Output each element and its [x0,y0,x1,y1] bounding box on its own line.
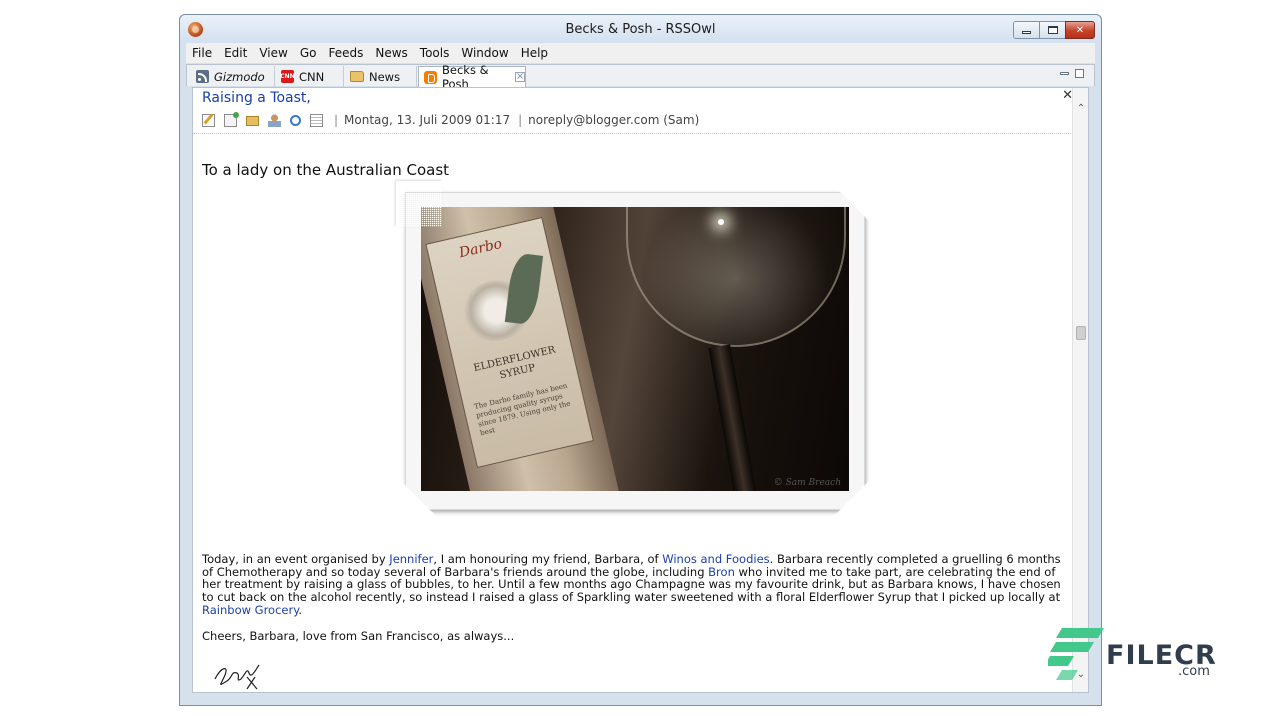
tab-cnn[interactable]: CNN CNN [276,66,344,87]
folder-icon [350,71,364,82]
window-controls: ✕ [1013,21,1095,39]
closing-line: Cheers, Barbara, love from San Francisco… [202,629,515,643]
article-view: Raising a Toast, ✕ | Montag, 13. Juli 20… [192,87,1089,693]
article-image-frame: Darbo ELDERFLOWER SYRUP The Darbo family… [396,181,874,521]
window-title: Becks & Posh - RSSOwl [565,22,716,37]
menu-go[interactable]: Go [294,43,323,63]
tab-becks-posh[interactable]: Becks & Posh × [418,63,526,91]
minimize-button[interactable] [1013,21,1040,39]
bottle-brand: Darbo [457,235,504,262]
menu-help[interactable]: Help [515,43,554,63]
photo-corner [396,475,442,521]
label-icon[interactable] [224,111,239,127]
tab-label: Gizmodo [214,69,265,84]
photo-corner [396,181,442,227]
menu-tools[interactable]: Tools [414,43,456,63]
close-icon: ✕ [1075,24,1085,36]
scroll-up-icon[interactable]: ⌃ [1073,100,1088,116]
close-window-button[interactable]: ✕ [1065,21,1095,39]
article-body: Today, in an event organised by Jennifer… [202,553,1070,617]
blogger-icon [424,70,437,84]
tab-news[interactable]: News [345,66,417,87]
filecr-suffix: .com [1178,664,1210,679]
share-icon[interactable] [290,114,301,126]
bottle-description: The Darbo family has been producing qual… [473,381,572,438]
tab-bar: Gizmodo CNN CNN News Becks & Posh × [186,63,1095,91]
tab-label: News [369,69,401,84]
vertical-scrollbar[interactable]: ⌃ ⌄ [1072,88,1088,692]
leaf-illustration [504,252,544,326]
glass-stem [708,344,760,491]
rss-feed-icon [196,70,209,83]
link-rainbow-grocery[interactable]: Rainbow Grocery [202,603,298,617]
photo-corner [828,181,874,227]
article-actions: | Montag, 13. Juli 2009 01:17 | noreply@… [202,111,699,128]
document-icon[interactable] [310,113,323,127]
syrup-bottle: Darbo ELDERFLOWER SYRUP The Darbo family… [421,207,623,491]
menu-news[interactable]: News [369,43,413,63]
title-bar[interactable]: Becks & Posh - RSSOwl ✕ [180,15,1101,43]
user-icon[interactable] [268,113,281,127]
edit-icon[interactable] [202,113,215,127]
scrollbar-thumb[interactable] [1076,326,1086,340]
tab-gizmodo[interactable]: Gizmodo [191,66,275,87]
menu-view[interactable]: View [253,43,293,63]
menu-file[interactable]: File [186,43,218,63]
minimize-view-icon[interactable] [1060,72,1069,75]
body-text-5: . [298,602,303,617]
article-subtitle: To a lady on the Australian Coast [202,161,450,179]
menu-bar: File Edit View Go Feeds News Tools Windo… [186,43,1095,63]
maximize-icon [1047,26,1058,34]
maximize-view-icon[interactable] [1075,69,1084,78]
photo-corner [828,475,874,521]
article-image: Darbo ELDERFLOWER SYRUP The Darbo family… [421,207,849,491]
bottle-label: Darbo ELDERFLOWER SYRUP The Darbo family… [425,216,594,469]
menu-feeds[interactable]: Feeds [322,43,369,63]
menu-edit[interactable]: Edit [218,43,253,63]
separator: | [518,113,523,127]
article-author[interactable]: noreply@blogger.com (Sam) [528,113,699,127]
minimize-icon [1022,31,1031,34]
move-to-folder-icon[interactable] [246,116,259,126]
menu-window[interactable]: Window [455,43,514,63]
view-controls [1060,69,1084,78]
filecr-watermark: FILECR .com [1048,628,1218,684]
app-window: Becks & Posh - RSSOwl ✕ File Edit View G… [179,14,1102,706]
bottle-product: ELDERFLOWER SYRUP [472,344,557,382]
article-title[interactable]: Raising a Toast, [202,90,311,106]
tab-label: CNN [299,69,325,84]
wine-glass [626,207,846,347]
author-signature [214,664,260,690]
cnn-icon: CNN [280,70,295,83]
article-header: Raising a Toast, ✕ | Montag, 13. Juli 20… [193,88,1073,134]
separator: | [334,113,339,127]
article-date: Montag, 13. Juli 2009 01:17 [344,113,511,127]
filecr-logo-icon [1048,628,1104,680]
maximize-button[interactable] [1039,21,1066,39]
tab-close-icon[interactable]: × [515,72,525,82]
